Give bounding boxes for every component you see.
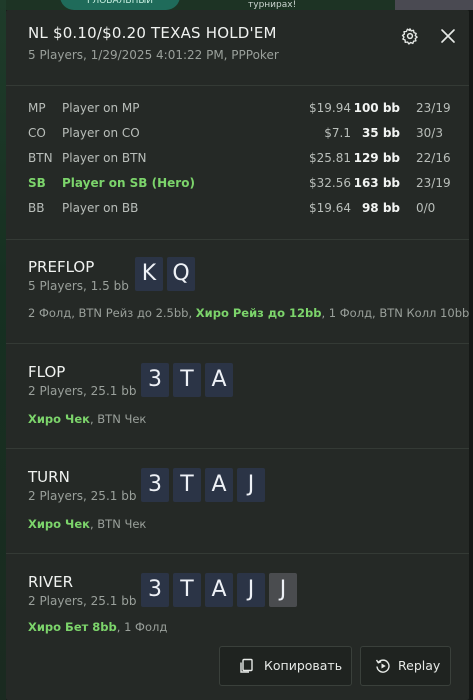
board-cards: 3 T A [141,363,233,397]
action-text: , BTN Чек [89,517,147,531]
copy-button[interactable]: Копировать [219,646,352,686]
card: A [205,573,233,607]
board-cards: 3 T A J J [141,573,297,607]
hand-subtitle: 5 Players, 1/29/2025 4:01:22 PM, PPPoker [28,48,279,62]
player-row-btn: BTN Player on BTN $25.81 129 bb 22/16 [6,146,469,171]
street-name: TURN [28,468,70,486]
street-info: 2 Players, 25.1 bb [28,594,137,608]
background-tab [395,0,473,10]
card: A [205,363,233,397]
board-cards: 3 T A J [141,468,265,502]
hero-action: Хиро Чек [28,412,90,426]
copy-icon [240,658,253,673]
street-preflop: PREFLOP 5 Players, 1.5 bb K Q 2 Фолд, BT… [6,240,469,344]
action-text: , BTN Чек [89,412,147,426]
player-position: BB [28,201,45,215]
hero-action: Хиро Чек [28,517,90,531]
players-table: MP Player on MP $19.94 100 bb 23/19 CO P… [6,86,469,240]
player-stats: 23/19 [416,101,451,115]
street-name: PREFLOP [28,258,95,276]
card: Q [167,257,195,291]
gear-icon[interactable] [401,27,419,45]
street-name: RIVER [28,573,74,591]
replay-button-label: Replay [398,658,441,673]
card: T [173,573,201,607]
street-flop: FLOP 2 Players, 25.1 bb 3 T A Хиро Чек, … [6,344,469,449]
street-actions: Хиро Чек, BTN Чек [28,412,146,426]
player-position: BTN [28,151,53,165]
player-row-mp: MP Player on MP $19.94 100 bb 23/19 [6,96,469,121]
copy-button-label: Копировать [264,658,343,673]
player-position: MP [28,101,46,115]
card: 3 [141,363,169,397]
street-actions: Хиро Чек, BTN Чек [28,517,146,531]
player-stats: 0/0 [416,201,436,215]
player-stack-bb: 35 bb [361,126,400,140]
street-turn: TURN 2 Players, 25.1 bb 3 T A J Хиро Чек… [6,449,469,554]
replay-button[interactable]: Replay [360,646,451,686]
player-stats: 30/3 [416,126,443,140]
player-name: Player on BTN [62,151,147,165]
player-name: Player on BB [62,201,139,215]
street-info: 5 Players, 1.5 bb [28,279,129,293]
card: J [237,468,265,502]
card: J [237,573,265,607]
card: A [205,468,233,502]
hero-action: Хиро Бет 8bb [28,620,117,634]
player-row-sb-hero: SB Player on SB (Hero) $32.56 163 bb 23/… [6,171,469,196]
action-text: , 1 Фолд [116,620,168,634]
panel-footer: Копировать Replay [6,646,469,700]
player-stats: 23/19 [416,176,451,190]
player-name: Player on MP [62,101,140,115]
close-icon[interactable] [439,27,457,45]
player-stack-bb: 163 bb [353,176,400,190]
street-info: 2 Players, 25.1 bb [28,489,137,503]
street-actions: Хиро Бет 8bb, 1 Фолд [28,620,167,634]
player-stack-bb: 98 bb [361,201,400,215]
street-river: RIVER 2 Players, 25.1 bb 3 T A J J Хиро … [6,554,469,650]
action-text: 2 Фолд, BTN Рейз до 2.5bb, [28,306,196,320]
street-info: 2 Players, 25.1 bb [28,384,137,398]
player-row-bb: BB Player on BB $19.64 98 bb 0/0 [6,196,469,221]
card: 3 [141,468,169,502]
hero-action: Хиро Рейз до 12bb [195,306,322,320]
card: 3 [141,573,169,607]
player-position: SB [28,176,46,190]
action-text: , 1 Фолд, BTN Колл 10bb [321,306,470,320]
hand-history-panel: NL $0.10/$0.20 TEXAS HOLD'EM 5 Players, … [6,10,469,700]
player-stats: 22/16 [416,151,451,165]
player-name: Player on SB (Hero) [62,176,195,190]
card: T [173,468,201,502]
card: T [173,363,201,397]
replay-icon [375,659,390,673]
river-card: J [269,573,297,607]
player-stack: $19.94 [309,101,351,115]
player-stack-bb: 100 bb [353,101,400,115]
player-position: CO [28,126,46,140]
player-stack: $32.56 [309,176,351,190]
player-stack: $25.81 [309,151,351,165]
player-row-co: CO Player on CO $7.1 35 bb 30/3 [6,121,469,146]
panel-header: NL $0.10/$0.20 TEXAS HOLD'EM 5 Players, … [6,10,469,86]
player-stack-bb: 129 bb [353,151,400,165]
player-stack: $19.64 [309,201,351,215]
street-name: FLOP [28,363,66,381]
background-hint-text: турниpax! [248,0,297,10]
background-badge: ГЛОБАЛЬНЫЙ [60,0,180,10]
hero-cards: K Q [135,257,195,291]
hand-title: NL $0.10/$0.20 TEXAS HOLD'EM [28,24,277,42]
player-stack: $7.1 [324,126,351,140]
street-actions: 2 Фолд, BTN Рейз до 2.5bb, Хиро Рейз до … [28,306,469,320]
card: K [135,257,163,291]
player-name: Player on CO [62,126,140,140]
